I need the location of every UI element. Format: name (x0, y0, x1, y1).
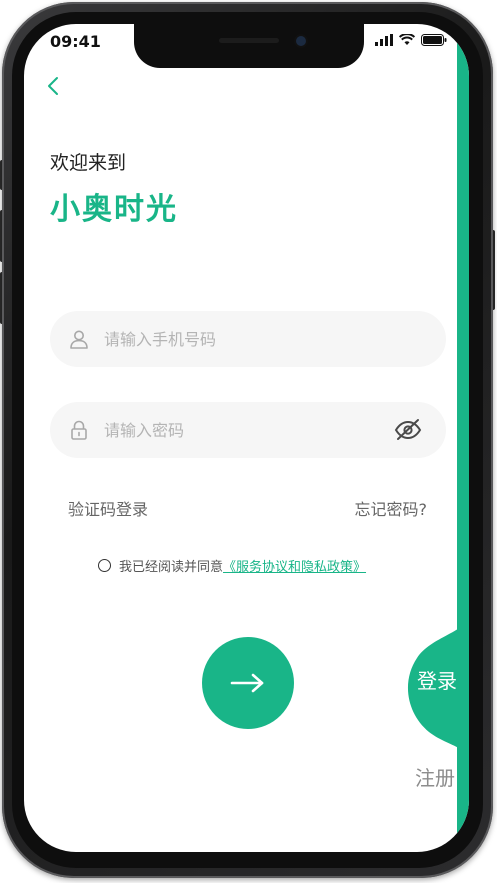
welcome-text: 欢迎来到 (50, 152, 127, 174)
password-field[interactable] (50, 402, 446, 458)
phone-field[interactable] (50, 311, 446, 367)
user-icon (70, 330, 88, 349)
device-frame: 09:41 欢迎来到 小奥时光 请输入手机号码 验证码登录 忘记密码? 我已经阅… (0, 0, 497, 883)
app-name: 小奥时光 (50, 192, 178, 227)
eye-off-icon (394, 419, 422, 440)
submit-button[interactable] (202, 637, 294, 729)
phone-input[interactable] (102, 328, 366, 350)
password-input[interactable] (102, 419, 366, 441)
app-screen: 09:41 欢迎来到 小奥时光 请输入手机号码 验证码登录 忘记密码? 我已经阅… (24, 24, 469, 852)
arrow-right-icon (230, 673, 264, 693)
agreement-row: 我已经阅读并同意 《服务协议和隐私政策》 (98, 556, 366, 575)
status-icons (375, 34, 447, 46)
signal-icon (375, 34, 393, 46)
back-button[interactable] (44, 74, 64, 98)
agree-checkbox[interactable] (98, 559, 111, 572)
sms-login-link[interactable]: 验证码登录 (68, 496, 148, 520)
front-camera (296, 36, 306, 46)
register-tab[interactable]: 注册 (415, 762, 455, 791)
toggle-password-visibility[interactable] (394, 417, 422, 443)
lock-icon (71, 420, 87, 440)
chevron-left-icon (48, 77, 58, 95)
notch (134, 24, 364, 68)
battery-icon (421, 34, 447, 46)
forgot-password-link[interactable]: 忘记密码? (355, 496, 428, 520)
status-time: 09:41 (50, 32, 101, 51)
wifi-icon (399, 34, 415, 45)
agree-text: 我已经阅读并同意 (119, 560, 224, 575)
policy-link[interactable]: 《服务协议和隐私政策》 (223, 556, 366, 575)
speaker (219, 38, 279, 43)
login-tab[interactable]: 登录 (417, 665, 457, 694)
